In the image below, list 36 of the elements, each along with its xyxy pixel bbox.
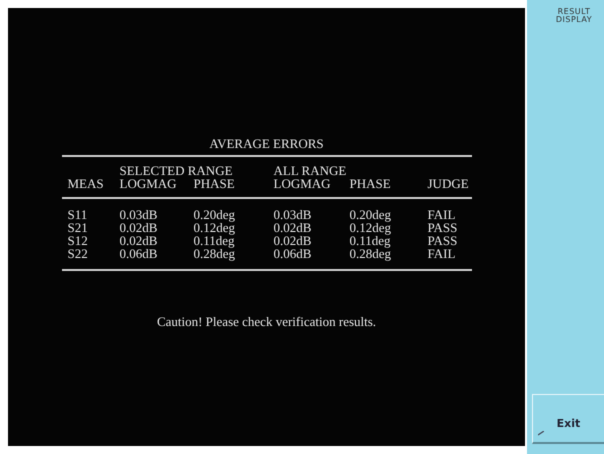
table-cell-text: 0.12deg	[350, 221, 392, 234]
exit-button[interactable]: Exit	[532, 394, 604, 444]
table-cell-text: S12	[68, 234, 89, 247]
table-cell-text: 0.02dB	[274, 234, 312, 247]
menu-title: RESULT DISPLAY	[556, 7, 592, 24]
table-cell-text: 0.02dB	[120, 221, 158, 234]
column-header: PHASE	[350, 177, 392, 190]
table-cell-text: 0.28deg	[350, 247, 392, 260]
table-cell-text: 0.20deg	[194, 208, 236, 221]
table-cell-text: PASS	[428, 221, 458, 234]
table-cell-text: S21	[68, 221, 89, 234]
column-header: PHASE	[194, 177, 236, 190]
column-header: MEAS	[68, 177, 105, 190]
table-cell-text: 0.02dB	[274, 221, 312, 234]
table-cell-text: PASS	[428, 234, 458, 247]
table-cell-text: S11	[68, 208, 88, 221]
column-header: LOGMAG	[274, 177, 332, 190]
table-cell-text: 0.02dB	[120, 234, 158, 247]
table-cell-text: 0.11deg	[194, 234, 236, 247]
table-cell-text: 0.03dB	[120, 208, 158, 221]
table-cell-text: 0.06dB	[120, 247, 158, 260]
table-cell-text: FAIL	[428, 208, 456, 221]
table-cell-text: S22	[68, 247, 89, 260]
table-cell-text: 0.12deg	[194, 221, 236, 234]
column-header: LOGMAG	[120, 177, 178, 190]
panel-title: AVERAGE ERRORS	[209, 136, 324, 151]
table-cell-text: 0.06dB	[274, 247, 312, 260]
table-cell-text: FAIL	[428, 247, 456, 260]
table-cell-text: 0.03dB	[274, 208, 312, 221]
table-cell-text: 0.11deg	[350, 234, 392, 247]
column-header: JUDGE	[428, 177, 470, 190]
table-cell-text: 0.28deg	[194, 247, 236, 260]
column-group-header: ALL RANGE	[274, 164, 348, 177]
caution-message: Caution! Please check verification results.	[156, 314, 376, 329]
table-cell-text: 0.20deg	[350, 208, 392, 221]
column-group-header: SELECTED RANGE	[120, 164, 234, 177]
